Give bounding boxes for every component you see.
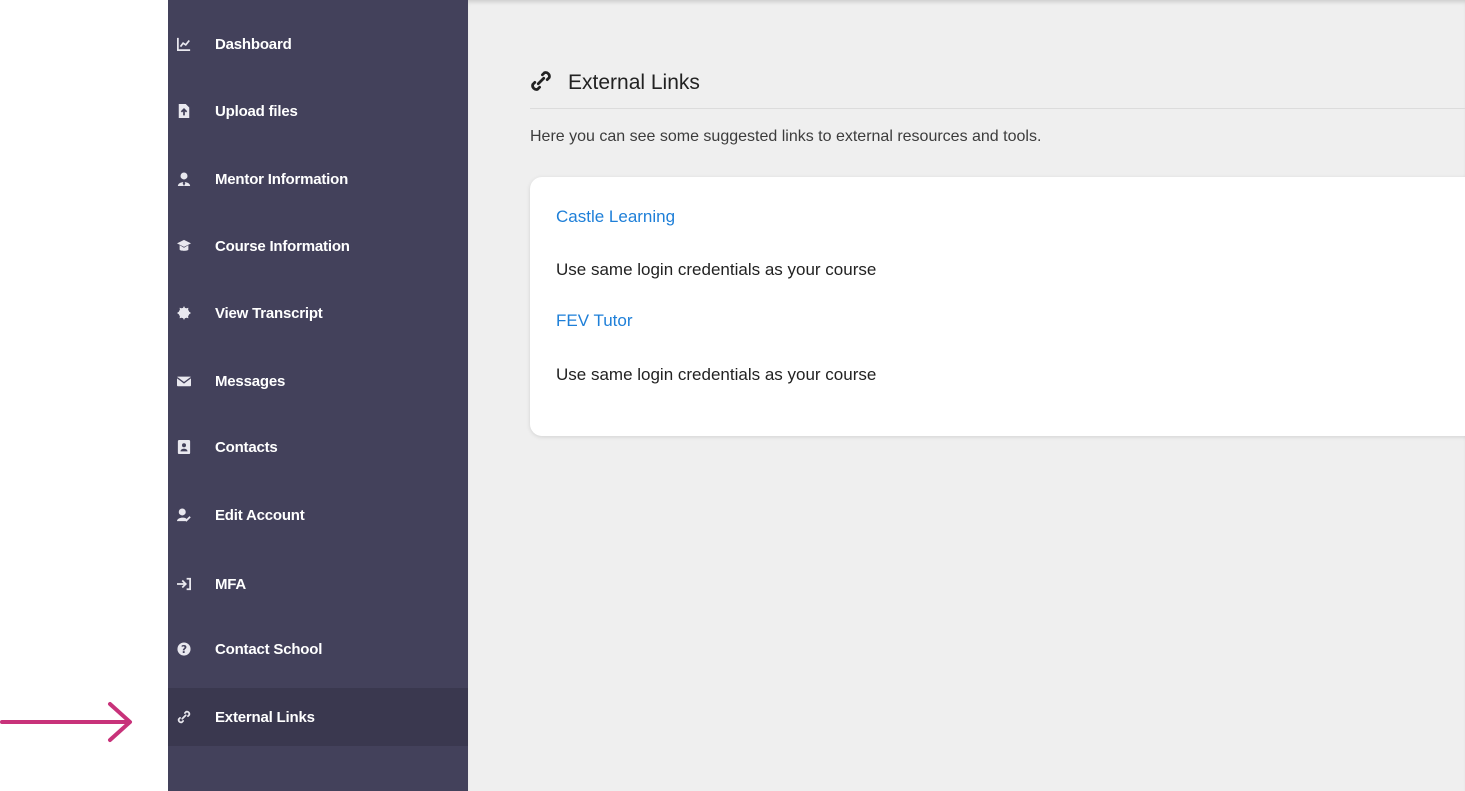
sidebar-item-label: External Links xyxy=(215,708,315,726)
graduation-cap-icon xyxy=(176,238,192,254)
sidebar-item-label: MFA xyxy=(215,575,247,593)
sidebar-item-messages[interactable]: Messages xyxy=(168,352,468,410)
sidebar-item-label: Course Information xyxy=(215,237,350,255)
sidebar-item-label: Dashboard xyxy=(215,35,292,53)
link-description: Use same login credentials as your cours… xyxy=(556,260,877,279)
sidebar-item-label: Messages xyxy=(215,372,286,390)
castle-learning-link[interactable]: Castle Learning xyxy=(556,207,675,227)
sidebar-item-view-transcript[interactable]: View Transcript xyxy=(168,284,468,342)
address-book-icon xyxy=(176,439,192,455)
sidebar-item-mfa[interactable]: MFA xyxy=(168,555,468,613)
sidebar-item-label: View Transcript xyxy=(215,304,323,322)
sidebar-item-dashboard[interactable]: Dashboard xyxy=(168,15,468,73)
sidebar-item-label: Upload files xyxy=(215,102,298,120)
envelope-icon xyxy=(176,373,192,389)
page-header: External Links xyxy=(530,68,1465,109)
sidebar-item-mentor-information[interactable]: Mentor Information xyxy=(168,150,468,208)
file-upload-icon xyxy=(176,103,192,119)
main-content: External Links Here you can see some sug… xyxy=(468,0,1465,791)
chart-line-icon xyxy=(176,36,192,52)
page-description: Here you can see some suggested links to… xyxy=(530,128,1042,145)
sidebar-item-external-links[interactable]: External Links xyxy=(168,688,468,746)
sidebar-item-label: Contact School xyxy=(215,640,323,658)
question-circle-icon: ? xyxy=(176,641,192,657)
sidebar-item-label: Mentor Information xyxy=(215,170,349,188)
link-description: Use same login credentials as your cours… xyxy=(556,365,877,384)
sign-in-icon xyxy=(176,576,192,592)
user-edit-icon xyxy=(176,507,192,523)
user-tie-icon xyxy=(176,171,192,187)
sidebar-item-contacts[interactable]: Contacts xyxy=(168,418,468,476)
sidebar: Dashboard Upload files Mentor Informatio… xyxy=(168,0,468,791)
link-icon xyxy=(176,709,192,725)
sidebar-item-label: Edit Account xyxy=(215,506,305,524)
sidebar-item-upload-files[interactable]: Upload files xyxy=(168,82,468,140)
sidebar-item-course-information[interactable]: Course Information xyxy=(168,217,468,275)
annotation-arrow-icon xyxy=(0,702,132,742)
link-icon xyxy=(530,70,552,92)
certificate-icon xyxy=(176,305,192,321)
sidebar-item-contact-school[interactable]: ? Contact School xyxy=(168,620,468,678)
sidebar-item-label: Contacts xyxy=(215,438,278,456)
fev-tutor-link[interactable]: FEV Tutor xyxy=(556,311,633,331)
svg-text:?: ? xyxy=(181,644,187,656)
page-title: External Links xyxy=(568,71,700,94)
sidebar-item-edit-account[interactable]: Edit Account xyxy=(168,486,468,544)
external-links-card: Castle Learning Use same login credentia… xyxy=(530,177,1465,436)
